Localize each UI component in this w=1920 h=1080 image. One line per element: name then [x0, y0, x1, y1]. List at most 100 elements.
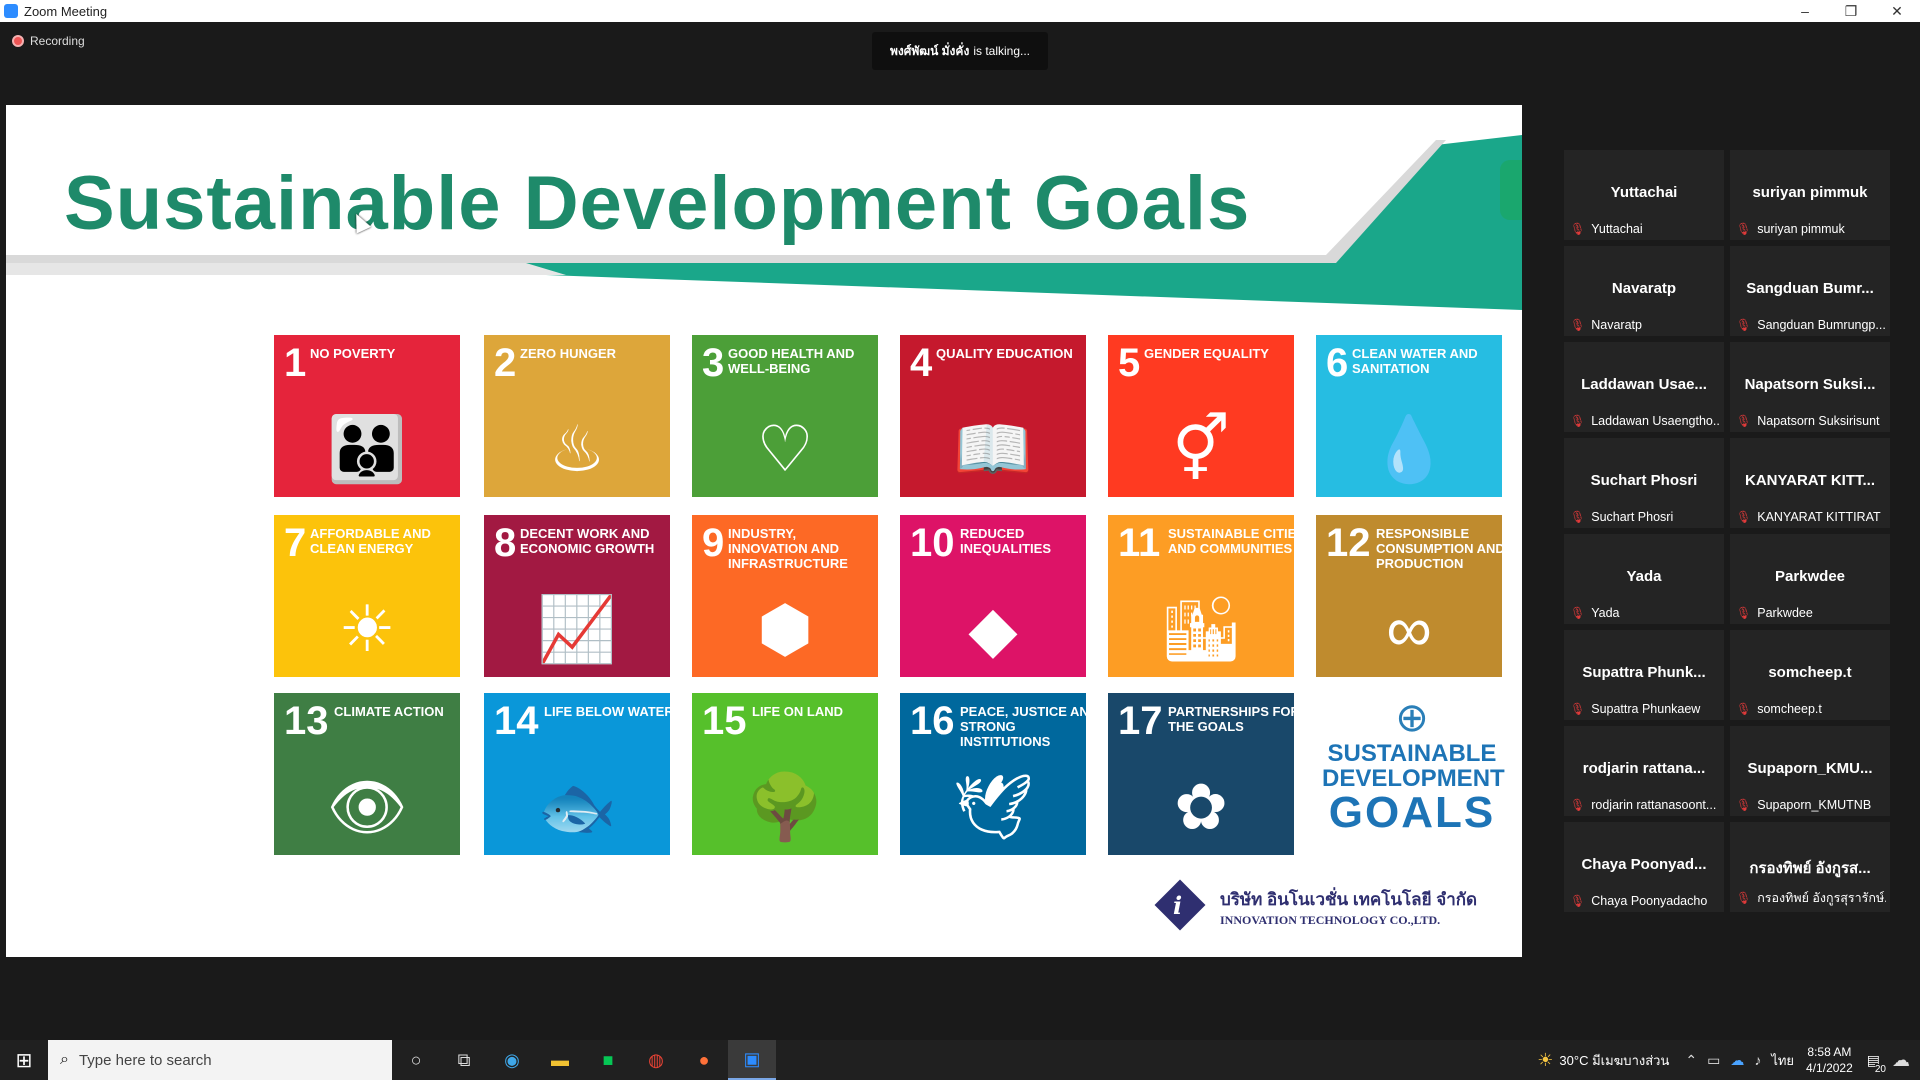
participant-label: 🎙 KANYARAT KITTIRAT — [1736, 510, 1886, 524]
task-view-icon[interactable]: ⧉ — [440, 1040, 488, 1080]
sdg-tile-title: Zero Hunger — [520, 346, 617, 361]
sdg-tile-number: 3 — [702, 341, 725, 385]
sdg-tile-9: 9 Industry, Innovation and Infrastructure… — [692, 515, 878, 677]
tray-chevron-icon[interactable]: ⌃ — [1685, 1052, 1697, 1069]
weather-cloud-icon[interactable]: ☁ — [1892, 1050, 1910, 1071]
muted-mic-icon: 🎙 — [1570, 894, 1586, 908]
participant-tile[interactable]: rodjarin rattana... 🎙 rodjarin rattanasoon… — [1564, 726, 1724, 816]
sdg-tile-number: 4 — [910, 341, 933, 385]
line-app-icon[interactable]: ■ — [584, 1040, 632, 1080]
firefox-icon[interactable]: ● — [680, 1040, 728, 1080]
sdg-tile-title: Quality Education — [936, 346, 1073, 361]
sdg-tile-icon: 📈 — [537, 593, 617, 665]
participant-label-text: Chaya Poonyadacho — [1591, 894, 1708, 908]
muted-mic-icon: 🎙 — [1736, 318, 1752, 332]
participant-tile[interactable]: Laddawan Usae... 🎙 Laddawan Usaengtho... — [1564, 342, 1724, 432]
taskbar-search[interactable]: ⌕ Type here to search — [48, 1040, 392, 1080]
participant-label-text: Supattra Phunkaew — [1591, 702, 1701, 716]
sdg-tile-icon: ∞ — [1386, 593, 1432, 665]
participant-tile[interactable]: KANYARAT KITT... 🎙 KANYARAT KITTIRAT — [1730, 438, 1890, 528]
network-icon[interactable]: ▭ — [1707, 1052, 1720, 1069]
chrome-icon[interactable]: ◍ — [632, 1040, 680, 1080]
sdg-tile-number: 15 — [702, 699, 747, 743]
file-explorer-icon[interactable]: ▬ — [536, 1040, 584, 1080]
sdg-tile-11: 11 Sustainable Cities and Communities 🏙 — [1108, 515, 1294, 677]
participant-display-name: Laddawan Usae... — [1581, 376, 1707, 393]
sdg-tile-icon: 💧 — [1369, 413, 1449, 485]
participant-label: 🎙 suriyan pimmuk — [1736, 222, 1886, 236]
minimize-button[interactable]: – — [1782, 0, 1828, 22]
participant-tile[interactable]: กรองทิพย์ อังกูรส... 🎙 กรองทิพย์ อังกูรสุร… — [1730, 822, 1890, 912]
sdg-tile-icon: ⬢ — [757, 593, 813, 665]
sdg-tile-icon: 🏙 — [1160, 593, 1242, 665]
clock-date: 4/1/2022 — [1806, 1061, 1853, 1075]
edge-icon[interactable]: ◉ — [488, 1040, 536, 1080]
muted-mic-icon: 🎙 — [1736, 510, 1752, 524]
participant-tile[interactable]: Navaratp 🎙 Navaratp — [1564, 246, 1724, 336]
muted-mic-icon: 🎙 — [1570, 798, 1586, 812]
sdg-tile-number: 10 — [910, 521, 955, 565]
participant-label-text: Suchart Phosri — [1591, 510, 1674, 524]
participant-tile[interactable]: somcheep.t 🎙 somcheep.t — [1730, 630, 1890, 720]
participant-display-name: KANYARAT KITT... — [1744, 472, 1875, 489]
company-name-en: INNOVATION TECHNOLOGY CO.,LTD. — [1220, 913, 1441, 927]
title-bar: Zoom Meeting – ❐ ✕ — [0, 0, 1920, 22]
onedrive-icon[interactable]: ☁ — [1730, 1052, 1744, 1069]
participant-display-name: Parkwdee — [1774, 568, 1846, 585]
sdg-logo-line3: GOALS — [1328, 788, 1496, 838]
clock[interactable]: 8:58 AM 4/1/2022 — [1806, 1044, 1853, 1076]
restore-button[interactable]: ❐ — [1828, 0, 1874, 22]
windows-taskbar: ⊞ ⌕ Type here to search ○ ⧉ ◉ ▬ ■ ◍ ● ▣ … — [0, 1040, 1920, 1080]
sdg-tile-6: 6 Clean Water and Sanitation 💧 — [1316, 335, 1502, 497]
sdg-tile-icon: 👪 — [327, 413, 407, 485]
participant-label: 🎙 Sangduan Bumrungp... — [1736, 318, 1886, 332]
participant-display-name: กรองทิพย์ อังกูรส... — [1749, 860, 1871, 877]
sdg-tile-10: 10 Reduced Inequalities ◆ — [900, 515, 1086, 677]
participant-display-name: Navaratp — [1611, 280, 1677, 297]
cortana-icon[interactable]: ○ — [392, 1040, 440, 1080]
volume-icon[interactable]: ♪ — [1754, 1052, 1761, 1068]
participant-tile[interactable]: Napatsorn Suksi... 🎙 Napatsorn Suksirisunt — [1730, 342, 1890, 432]
participant-label-text: Laddawan Usaengtho... — [1591, 414, 1720, 428]
search-placeholder: Type here to search — [78, 1051, 212, 1069]
recording-indicator[interactable]: Recording — [12, 34, 85, 48]
sdg-tile-number: 12 — [1326, 521, 1371, 565]
window-title: Zoom Meeting — [24, 3, 108, 19]
participant-label-text: Napatsorn Suksirisunt — [1757, 414, 1880, 428]
system-tray: ☀ 30°C มีเมฆบางส่วน ⌃ ▭ ☁ ♪ ไทย 8:58 AM … — [1537, 1040, 1920, 1080]
participant-label-text: Parkwdee — [1757, 606, 1813, 620]
muted-mic-icon: 🎙 — [1570, 414, 1586, 428]
participant-tile[interactable]: Supaporn_KMU... 🎙 Supaporn_KMUTNB — [1730, 726, 1890, 816]
sdg-tile-icon: ☀ — [338, 593, 396, 665]
start-button[interactable]: ⊞ — [0, 1040, 48, 1080]
participant-tile[interactable]: Sangduan Bumr... 🎙 Sangduan Bumrungp... — [1730, 246, 1890, 336]
close-button[interactable]: ✕ — [1874, 0, 1920, 22]
shared-screen: Sustainable Development Goals 1 No Povert… — [6, 105, 1522, 957]
sdg-tile-icon: 🕊 — [952, 771, 1034, 843]
muted-mic-icon: 🎙 — [1570, 702, 1586, 716]
participant-label-text: Navaratp — [1591, 318, 1642, 332]
clock-time: 8:58 AM — [1807, 1044, 1852, 1059]
participant-tile[interactable]: suriyan pimmuk 🎙 suriyan pimmuk — [1730, 150, 1890, 240]
participant-display-name: Supaporn_KMU... — [1747, 760, 1873, 777]
participant-tile[interactable]: Yuttachai 🎙 Yuttachai — [1564, 150, 1724, 240]
participant-tile[interactable]: Suchart Phosri 🎙 Suchart Phosri — [1564, 438, 1724, 528]
participant-label: 🎙 Chaya Poonyadacho — [1570, 894, 1720, 908]
sdg-logo: ⊕ SUSTAINABLE DEVELOPMENT GOALS — [1322, 695, 1505, 838]
muted-mic-icon: 🎙 — [1570, 222, 1586, 236]
input-language[interactable]: ไทย — [1771, 1050, 1794, 1071]
participant-tile[interactable]: Chaya Poonyad... 🎙 Chaya Poonyadacho — [1564, 822, 1724, 912]
sdg-tile-8: 8 Decent Work and Economic Growth 📈 — [484, 515, 670, 677]
weather-widget[interactable]: ☀ 30°C มีเมฆบางส่วน — [1537, 1050, 1669, 1071]
participant-tile[interactable]: Yada 🎙 Yada — [1564, 534, 1724, 624]
zoom-taskbar-icon[interactable]: ▣ — [728, 1040, 776, 1080]
participant-tile[interactable]: Parkwdee 🎙 Parkwdee — [1730, 534, 1890, 624]
notification-center-icon[interactable]: ▤ 20 — [1867, 1052, 1886, 1075]
sdg-tile-number: 5 — [1118, 341, 1141, 385]
participant-label-text: Yada — [1591, 606, 1620, 620]
participant-tile[interactable]: Supattra Phunk... 🎙 Supattra Phunkaew — [1564, 630, 1724, 720]
participant-display-name: Chaya Poonyad... — [1581, 856, 1707, 873]
sdg-tile-number: 9 — [702, 521, 725, 565]
participant-label: 🎙 Yada — [1570, 606, 1720, 620]
weather-sun-icon: ☀ — [1537, 1049, 1554, 1070]
